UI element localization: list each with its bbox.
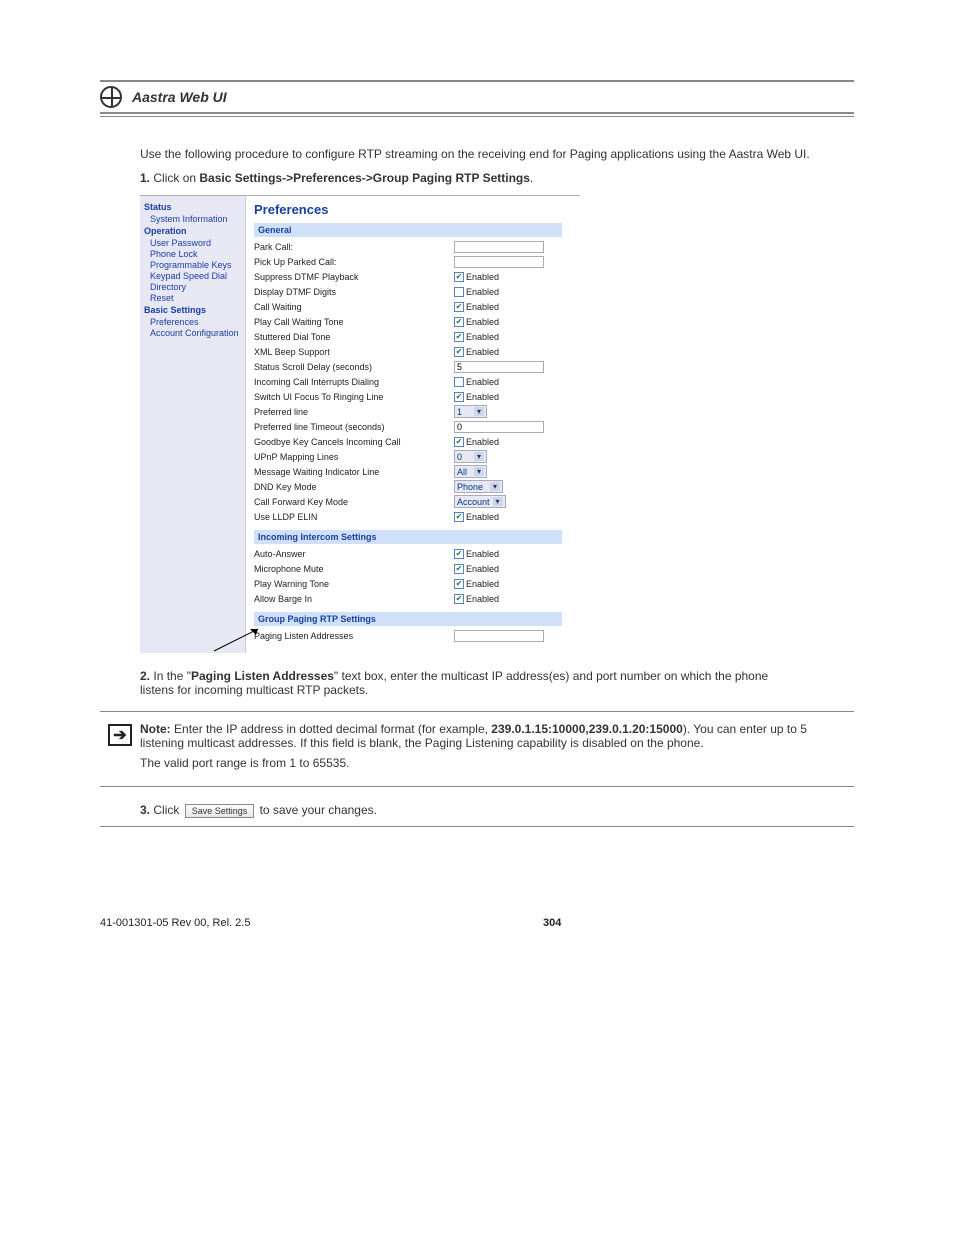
intro-line: Use the following procedure to configure… [140,147,854,161]
checkbox-switch-ui[interactable] [454,392,464,402]
select-upnp[interactable]: 0▾ [454,450,487,463]
globe-icon [100,86,122,108]
label-play-warning: Play Warning Tone [254,579,454,589]
sidebar-item-preferences[interactable]: Preferences [150,317,241,327]
label-display-dtmf: Display DTMF Digits [254,287,454,297]
header-title: Aastra Web UI [132,89,227,105]
step3-block: 3. Click Save Settings to save your chan… [140,803,770,818]
sidebar-item-system-info[interactable]: System Information [150,214,241,224]
note-block: ➔ Note: Enter the IP address in dotted d… [100,711,854,787]
label-play-cw-tone: Play Call Waiting Tone [254,317,454,327]
label-cfwd-mode: Call Forward Key Mode [254,497,454,507]
checkbox-lldp[interactable] [454,512,464,522]
sidebar-item-phone-lock[interactable]: Phone Lock [150,249,241,259]
step1-number: 1. [140,171,150,185]
label-lldp: Use LLDP ELIN [254,512,454,522]
footer-left: 41-001301-05 Rev 00, Rel. 2.5 [100,917,250,929]
sidebar: Status System Information Operation User… [140,196,246,653]
label-pref-line: Preferred line [254,407,454,417]
label-mwi: Message Waiting Indicator Line [254,467,454,477]
input-status-scroll[interactable] [454,361,544,373]
sidebar-heading-status: Status [144,202,241,212]
label-upnp: UPnP Mapping Lines [254,452,454,462]
label-pref-line-timeout: Preferred line Timeout (seconds) [254,422,454,432]
step3-post: to save your changes. [256,803,377,817]
section-intercom: Incoming Intercom Settings [254,530,562,544]
sidebar-item-user-password[interactable]: User Password [150,238,241,248]
checkbox-auto-answer[interactable] [454,549,464,559]
checkbox-suppress-dtmf[interactable] [454,272,464,282]
label-park-call: Park Call: [254,242,454,252]
input-pref-line-timeout[interactable] [454,421,544,433]
chevron-down-icon: ▾ [474,467,484,476]
step1-pre: Click on [153,171,199,185]
checkbox-barge-in[interactable] [454,594,464,604]
select-dnd-mode[interactable]: Phone▾ [454,480,503,493]
section-general: General [254,223,562,237]
checkbox-mic-mute[interactable] [454,564,464,574]
label-incoming-interrupts: Incoming Call Interrupts Dialing [254,377,454,387]
sidebar-item-account-config[interactable]: Account Configuration [150,328,241,338]
page-title: Preferences [254,202,572,217]
step2-pre: In the " [153,669,191,683]
footer-page-number: 304 [543,917,561,929]
main-pane: Preferences General Park Call: Pick Up P… [246,196,580,653]
checkbox-call-waiting[interactable] [454,302,464,312]
sidebar-item-keypad-speed-dial[interactable]: Keypad Speed Dial [150,271,241,281]
label-pick-up: Pick Up Parked Call: [254,257,454,267]
chevron-down-icon: ▾ [493,497,503,506]
sidebar-item-directory[interactable]: Directory [150,282,241,292]
checkbox-play-cw-tone[interactable] [454,317,464,327]
save-settings-button[interactable]: Save Settings [185,804,255,818]
label-dnd-mode: DND Key Mode [254,482,454,492]
header-band: Aastra Web UI [100,80,854,114]
step1-post: . [530,171,533,185]
select-mwi[interactable]: All▾ [454,465,487,478]
label-paging-addr: Paging Listen Addresses [254,631,454,641]
checkbox-xml-beep[interactable] [454,347,464,357]
input-paging-addr[interactable] [454,630,544,642]
step1-path: Basic Settings->Preferences->Group Pagin… [199,171,530,185]
chevron-down-icon: ▾ [474,407,484,416]
select-cfwd-mode[interactable]: Account▾ [454,495,506,508]
note-body1-pre: Enter the IP address in dotted decimal f… [174,722,491,736]
label-mic-mute: Microphone Mute [254,564,454,574]
checkbox-incoming-interrupts[interactable] [454,377,464,387]
label-auto-answer: Auto-Answer [254,549,454,559]
input-park-call[interactable] [454,241,544,253]
input-pick-up[interactable] [454,256,544,268]
chevron-down-icon: ▾ [490,482,500,491]
step2-number: 2. [140,669,150,683]
step2-block: 2. In the "Paging Listen Addresses" text… [140,669,770,697]
label-stuttered: Stuttered Dial Tone [254,332,454,342]
webui-screenshot: Status System Information Operation User… [140,195,854,653]
label-goodbye-key: Goodbye Key Cancels Incoming Call [254,437,454,447]
sidebar-item-programmable-keys[interactable]: Programmable Keys [150,260,241,270]
label-xml-beep: XML Beep Support [254,347,454,357]
note-label: Note: [140,722,171,736]
note-body2: The valid port range is from 1 to 65535. [140,756,854,770]
intro-block: Use the following procedure to configure… [140,147,854,185]
note-arrow-icon: ➔ [108,724,132,746]
checkbox-play-warning[interactable] [454,579,464,589]
label-barge-in: Allow Barge In [254,594,454,604]
label-call-waiting: Call Waiting [254,302,454,312]
label-suppress-dtmf: Suppress DTMF Playback [254,272,454,282]
label-switch-ui: Switch UI Focus To Ringing Line [254,392,454,402]
step3-pre: Click [153,803,182,817]
footer: 41-001301-05 Rev 00, Rel. 2.5 304 [100,917,854,929]
select-pref-line[interactable]: 1▾ [454,405,487,418]
section-paging: Group Paging RTP Settings [254,612,562,626]
sidebar-item-reset[interactable]: Reset [150,293,241,303]
checkbox-stuttered[interactable] [454,332,464,342]
step3-number: 3. [140,803,150,817]
note-body1-example: 239.0.1.15:10000,239.0.1.20:15000 [491,722,683,736]
chevron-down-icon: ▾ [474,452,484,461]
step2-field: Paging Listen Addresses [191,669,334,683]
label-status-scroll: Status Scroll Delay (seconds) [254,362,454,372]
sidebar-heading-operation: Operation [144,226,241,236]
checkbox-display-dtmf[interactable] [454,287,464,297]
sidebar-heading-basic-settings: Basic Settings [144,305,241,315]
checkbox-goodbye-key[interactable] [454,437,464,447]
